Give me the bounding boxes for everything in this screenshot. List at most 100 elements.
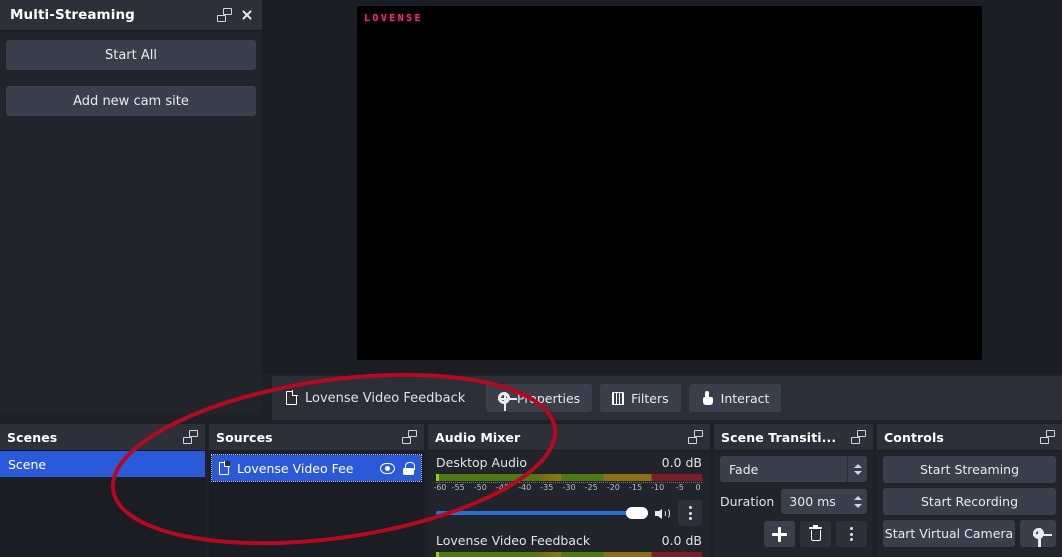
scale-tick: -45 <box>495 483 510 492</box>
add-transition-button[interactable] <box>764 521 795 547</box>
scene-item-label: Scene <box>8 456 47 472</box>
filters-label: Filters <box>631 390 669 406</box>
hand-pointer-icon <box>701 391 714 405</box>
scale-tick: -5 <box>675 483 684 492</box>
scene-transitions-title: Scene Transiti... <box>721 429 837 445</box>
selected-source-label: Lovense Video Feedback <box>278 390 478 406</box>
properties-button[interactable]: Properties <box>486 384 593 412</box>
multi-streaming-title: Multi-Streaming <box>10 7 135 23</box>
add-new-cam-site-button[interactable]: Add new cam site <box>6 86 256 116</box>
controls-body: Start Streaming Start Recording Start Vi… <box>877 451 1062 557</box>
sources-list[interactable]: Lovense Video Fee <box>209 451 424 557</box>
scale-tick: -20 <box>606 483 620 492</box>
interact-label: Interact <box>720 390 770 406</box>
eye-icon[interactable] <box>380 462 395 474</box>
scene-list-item[interactable]: Scene <box>0 451 205 477</box>
float-window-icon[interactable] <box>1040 430 1055 444</box>
speaker-icon[interactable] <box>655 507 671 520</box>
duration-label: Duration <box>720 494 775 509</box>
mixer-channel: Lovense Video Feedback 0.0 dB <box>436 533 702 557</box>
sources-title: Sources <box>216 429 273 445</box>
float-window-icon[interactable] <box>688 430 703 444</box>
scale-tick: -50 <box>473 483 487 492</box>
mixer-channel-header: Lovense Video Feedback 0.0 dB <box>436 533 702 548</box>
gear-icon <box>498 392 517 411</box>
scene-transitions-titlebar: Scene Transiti... <box>714 424 873 451</box>
transition-menu-button[interactable] <box>836 521 867 547</box>
scale-tick: -60 <box>433 483 447 492</box>
document-icon <box>219 460 230 475</box>
sources-dock: Sources Lovense Video Fee <box>209 424 424 557</box>
virtual-camera-settings-button[interactable] <box>1020 520 1056 547</box>
volume-meter <box>436 474 702 481</box>
float-window-icon[interactable] <box>217 8 232 22</box>
audio-mixer-title: Audio Mixer <box>435 429 521 445</box>
document-icon <box>286 390 298 405</box>
scenes-titlebar: Scenes <box>0 424 205 451</box>
scale-tick: -40 <box>518 483 532 492</box>
transition-value: Fade <box>729 461 759 477</box>
chevron-updown-icon[interactable] <box>848 489 867 514</box>
scenes-list[interactable]: Scene <box>0 451 205 557</box>
scale-tick: -15 <box>628 483 643 492</box>
chevron-updown-icon[interactable] <box>847 456 867 482</box>
selected-source-name: Lovense Video Feedback <box>305 390 466 406</box>
start-recording-button[interactable]: Start Recording <box>883 488 1056 515</box>
scenes-title: Scenes <box>7 429 58 445</box>
mixer-channel-name: Desktop Audio <box>436 455 528 470</box>
controls-titlebar: Controls <box>877 424 1062 451</box>
audio-mixer-dock: Audio Mixer Desktop Audio 0.0 dB -60 -55-… <box>428 424 710 557</box>
duration-stepper[interactable]: 300 ms <box>781 489 867 514</box>
sources-body: Lovense Video Fee <box>209 451 424 557</box>
volume-slider[interactable] <box>436 506 648 520</box>
vertical-dots-icon <box>850 527 853 541</box>
scale-tick: -35 <box>540 483 554 492</box>
bottom-dock-row: Scenes Scene Sources Lovense Video Fee A… <box>0 424 1062 557</box>
scene-transitions-body: Fade Duration 300 ms <box>714 451 873 557</box>
duration-value: 300 ms <box>789 494 836 509</box>
controls-dock: Controls Start Streaming Start Recording… <box>877 424 1062 557</box>
filters-button[interactable]: Filters <box>600 384 681 412</box>
controls-bottom-row: Start Virtual Camera <box>883 520 1056 547</box>
float-window-icon[interactable] <box>402 430 417 444</box>
multi-streaming-body: Start All Add new cam site <box>0 27 262 414</box>
scale-tick: -55 <box>451 483 465 492</box>
audio-mixer-body: Desktop Audio 0.0 dB -60 -55 -50 -45 -40 -35-… <box>428 451 710 557</box>
source-list-item[interactable]: Lovense Video Fee <box>211 454 422 482</box>
trash-icon <box>809 525 822 541</box>
transition-buttons <box>720 521 867 547</box>
volume-meter <box>436 552 702 557</box>
interact-button[interactable]: Interact <box>688 384 782 412</box>
gear-icon <box>1032 528 1052 547</box>
start-streaming-button[interactable]: Start Streaming <box>883 456 1056 483</box>
float-window-icon[interactable] <box>183 430 198 444</box>
sources-titlebar: Sources <box>209 424 424 451</box>
preview-area[interactable]: LOVENSE <box>262 0 1062 374</box>
scenes-dock: Scenes Scene <box>0 424 205 557</box>
properties-label: Properties <box>517 390 581 406</box>
transition-select[interactable]: Fade <box>720 456 867 482</box>
start-all-button[interactable]: Start All <box>6 40 256 70</box>
scene-transitions-dock: Scene Transiti... Fade Duration 300 ms <box>714 424 873 557</box>
scale-tick: -10 <box>651 483 665 492</box>
duration-row: Duration 300 ms <box>720 489 867 514</box>
remove-transition-button[interactable] <box>800 521 831 547</box>
lock-icon[interactable] <box>403 461 415 475</box>
audio-mixer-titlebar: Audio Mixer <box>428 424 710 451</box>
multi-streaming-dock: Multi-Streaming Start All Add new cam si… <box>0 0 262 414</box>
scale-tick: -30 <box>562 483 576 492</box>
volume-meter-scale: -60 -55 -50 -45 -40 -35 -30 -25 -20 -15 -10 -5 0 <box>433 482 702 494</box>
mixer-channel-name: Lovense Video Feedback <box>436 533 591 548</box>
filters-icon <box>612 391 625 405</box>
float-window-icon[interactable] <box>851 430 866 444</box>
scale-tick: 0 <box>695 483 701 492</box>
start-virtual-camera-button[interactable]: Start Virtual Camera <box>883 520 1015 547</box>
vertical-dots-icon[interactable] <box>678 500 702 526</box>
close-icon[interactable] <box>240 8 254 22</box>
preview-canvas[interactable]: LOVENSE <box>357 6 982 360</box>
lovense-logo: LOVENSE <box>364 13 423 24</box>
source-item-label: Lovense Video Fee <box>237 460 354 476</box>
mixer-slider-row <box>436 500 702 526</box>
source-toolbar: Lovense Video Feedback Properties Filter… <box>272 376 1062 420</box>
mixer-channel-db: 0.0 dB <box>661 455 702 470</box>
